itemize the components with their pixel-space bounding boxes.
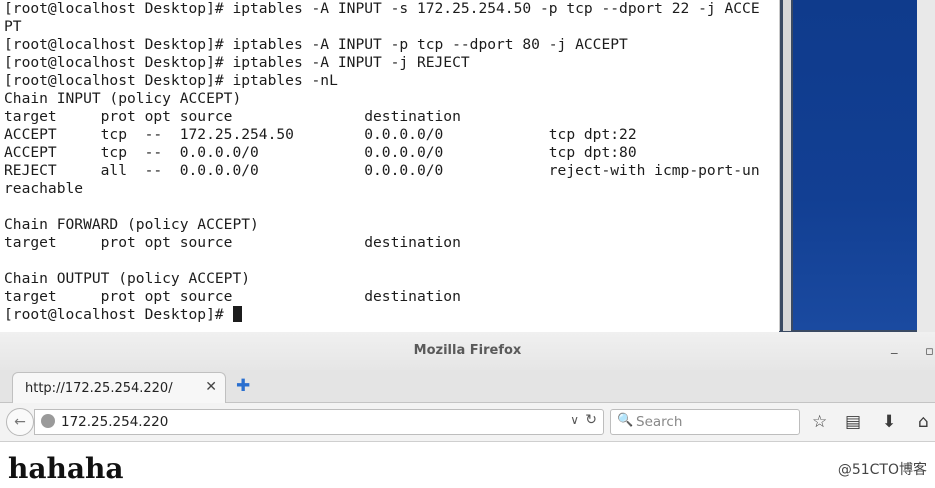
search-placeholder: Search — [636, 414, 683, 430]
terminal-line: target prot opt source destination — [4, 288, 461, 305]
desktop-wallpaper — [793, 0, 917, 330]
download-icon[interactable]: ⬇ — [882, 412, 896, 432]
terminal-line: [root@localhost Desktop]# iptables -A IN… — [4, 54, 470, 71]
firefox-window: Mozilla Firefox _ ▫ http://172.25.254.22… — [0, 332, 935, 488]
terminal-line: ACCEPT tcp -- 172.25.254.50 0.0.0.0/0 tc… — [4, 126, 637, 143]
search-icon[interactable]: 🔍 — [617, 413, 633, 428]
globe-icon[interactable] — [41, 414, 55, 428]
window-title: Mozilla Firefox — [413, 343, 522, 358]
reading-list-icon[interactable]: ▤ — [845, 412, 861, 432]
navigation-toolbar: ← 172.25.254.220 ∨ ↻ 🔍 Search ☆ ▤ ⬇ ⌂ — [0, 403, 935, 442]
reload-icon[interactable]: ↻ — [585, 412, 597, 428]
tab-active[interactable]: http://172.25.254.220/ ✕ — [12, 372, 226, 403]
minimize-button[interactable]: _ — [891, 340, 898, 355]
terminal-line: target prot opt source destination — [4, 234, 461, 251]
watermark: @51CTO博客 — [837, 462, 927, 478]
tab-close-icon[interactable]: ✕ — [205, 379, 217, 395]
home-icon[interactable]: ⌂ — [918, 412, 929, 432]
search-input[interactable]: 🔍 Search — [610, 409, 800, 435]
terminal-line: reachable — [4, 180, 84, 197]
terminal-line: [root@localhost Desktop]# iptables -A IN… — [4, 0, 760, 17]
terminal-window[interactable]: [root@localhost Desktop]# iptables -A IN… — [0, 0, 780, 331]
terminal-output: [root@localhost Desktop]# iptables -A IN… — [4, 0, 760, 324]
url-text[interactable]: 172.25.254.220 — [61, 414, 168, 430]
page-content: hahaha @51CTO博客 — [0, 442, 935, 488]
tab-strip: http://172.25.254.220/ ✕ — [0, 370, 935, 403]
tab-title: http://172.25.254.220/ — [25, 381, 173, 396]
terminal-line: PT — [4, 18, 22, 35]
desktop-window-edge — [917, 0, 935, 332]
terminal-line: [root@localhost Desktop]# iptables -nL — [4, 72, 338, 89]
url-bar[interactable]: 172.25.254.220 ∨ ↻ — [34, 409, 604, 435]
terminal-line: Chain FORWARD (policy ACCEPT) — [4, 216, 259, 233]
back-button[interactable]: ← — [6, 408, 34, 436]
new-tab-button[interactable]: ✚ — [236, 376, 250, 396]
chevron-down-icon[interactable]: ∨ — [570, 413, 579, 427]
terminal-line: [root@localhost Desktop]# iptables -A IN… — [4, 36, 628, 53]
terminal-cursor — [233, 306, 243, 322]
page-heading: hahaha — [8, 452, 124, 485]
terminal-line: target prot opt source destination — [4, 108, 461, 125]
terminal-line: ACCEPT tcp -- 0.0.0.0/0 0.0.0.0/0 tcp dp… — [4, 144, 637, 161]
titlebar: Mozilla Firefox _ ▫ — [0, 332, 935, 370]
maximize-button[interactable]: ▫ — [925, 344, 934, 359]
terminal-line: Chain OUTPUT (policy ACCEPT) — [4, 270, 251, 287]
bookmark-star-icon[interactable]: ☆ — [812, 412, 827, 432]
terminal-prompt[interactable]: [root@localhost Desktop]# — [4, 306, 760, 324]
prompt-text: [root@localhost Desktop]# — [4, 306, 233, 323]
terminal-line: Chain INPUT (policy ACCEPT) — [4, 90, 242, 107]
terminal-scrollbar[interactable] — [783, 0, 791, 331]
terminal-line: REJECT all -- 0.0.0.0/0 0.0.0.0/0 reject… — [4, 162, 760, 179]
